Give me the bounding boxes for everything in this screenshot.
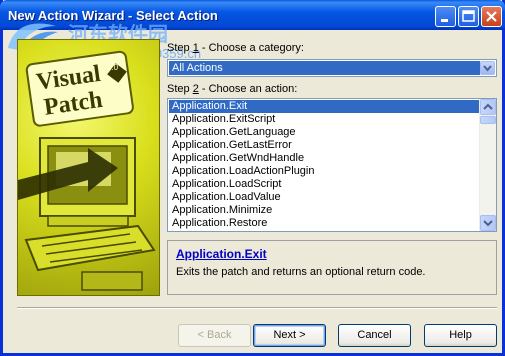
- wizard-window: New Action Wizard - Select Action 河东软件园 …: [0, 0, 505, 356]
- side-banner-image: Visual Patch 2.0: [17, 39, 160, 296]
- list-item[interactable]: Application.Restore: [169, 217, 479, 230]
- list-item[interactable]: Application.LoadValue: [169, 191, 479, 204]
- list-item[interactable]: Application.GetLastError: [169, 139, 479, 152]
- list-item[interactable]: Application.GetWndHandle: [169, 152, 479, 165]
- list-item[interactable]: Application.LoadActionPlugin: [169, 165, 479, 178]
- description-panel: Application.Exit Exits the patch and ret…: [167, 240, 497, 295]
- list-item[interactable]: Application.Exit: [169, 100, 479, 113]
- dropdown-button[interactable]: [480, 61, 495, 75]
- step2-text: - Choose an action:: [198, 83, 298, 95]
- next-button[interactable]: Next >: [253, 324, 326, 347]
- help-button[interactable]: Help: [424, 324, 497, 347]
- back-button[interactable]: < Back: [178, 324, 251, 347]
- scroll-up-button[interactable]: [480, 99, 496, 115]
- maximize-button[interactable]: [458, 6, 479, 27]
- minimize-button[interactable]: [435, 6, 456, 27]
- category-selected-value: All Actions: [169, 61, 480, 75]
- maximize-icon: [462, 10, 475, 22]
- minimize-icon: [441, 19, 448, 22]
- divider: [17, 307, 497, 309]
- step1-text: - Choose a category:: [198, 42, 304, 54]
- close-icon: [486, 11, 497, 22]
- step2-prefix: Step: [167, 83, 193, 95]
- step1-label: Step 1 - Choose a category:: [167, 42, 304, 54]
- list-item[interactable]: Application.ExitScript: [169, 113, 479, 126]
- chevron-up-icon: [483, 103, 493, 110]
- window-title: New Action Wizard - Select Action: [8, 8, 218, 23]
- step1-prefix: Step: [167, 42, 193, 54]
- actions-listbox[interactable]: Application.Exit Application.ExitScript …: [167, 98, 497, 232]
- description-title-link[interactable]: Application.Exit: [176, 247, 267, 261]
- category-dropdown[interactable]: All Actions: [167, 59, 497, 77]
- scrollbar-thumb[interactable]: [480, 116, 496, 124]
- list-item[interactable]: Application.LoadScript: [169, 178, 479, 191]
- scroll-down-button[interactable]: [480, 215, 496, 231]
- list-item[interactable]: Application.Minimize: [169, 204, 479, 217]
- title-bar[interactable]: New Action Wizard - Select Action 河东软件园 …: [0, 0, 505, 61]
- cancel-button[interactable]: Cancel: [338, 324, 411, 347]
- chevron-down-icon: [483, 220, 493, 227]
- chevron-down-icon: [483, 65, 492, 72]
- step2-label: Step 2 - Choose an action:: [167, 83, 297, 95]
- list-item[interactable]: Application.GetLanguage: [169, 126, 479, 139]
- brand-version: 2.0: [107, 63, 119, 72]
- description-text: Exits the patch and returns an optional …: [176, 266, 426, 278]
- close-button[interactable]: [481, 6, 502, 27]
- computer-illustration-icon: Visual Patch 2.0: [18, 50, 156, 291]
- vertical-scrollbar[interactable]: [479, 99, 496, 231]
